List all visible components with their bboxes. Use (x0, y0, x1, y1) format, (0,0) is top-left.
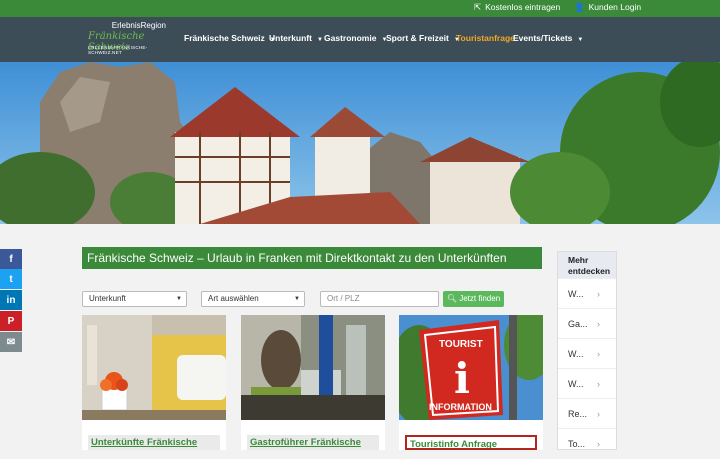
caret-down-icon: ▼ (577, 37, 584, 43)
facebook-icon: f (9, 253, 13, 265)
nav-item-touristanfrage[interactable]: Touristanfrage (456, 33, 515, 43)
nav-item-fraenkische-schweiz[interactable]: Fränkische Schweiz ▼ (184, 33, 276, 43)
chevron-right-icon: › (597, 409, 600, 419)
sidebar-item[interactable]: Ga... › (558, 308, 616, 338)
location-input[interactable]: Ort / PLZ (320, 291, 439, 307)
email-icon: ✉ (6, 336, 16, 348)
accommodation-image (82, 315, 226, 420)
email-share-button[interactable]: ✉ (0, 332, 22, 352)
search-submit-button[interactable]: 🔍︎ Jetzt finden (443, 291, 504, 307)
information-sign-text: INFORMATION (429, 402, 492, 412)
pinterest-icon: P (7, 315, 15, 327)
accommodation-card-title[interactable]: Unterkünfte Fränkische (88, 435, 220, 450)
page-headline: Fränkische Schweiz – Urlaub in Franken m… (82, 247, 542, 269)
nav-item-unterkunft[interactable]: Unterkunft ▼ (269, 33, 323, 43)
top-bar: ⇱ Kostenlos eintragen 👤 Kunden Login (0, 0, 720, 17)
free-entry-link[interactable]: ⇱ Kostenlos eintragen (474, 2, 560, 13)
info-i-glyph: i (454, 354, 470, 403)
customer-login-link[interactable]: 👤 Kunden Login (574, 2, 641, 13)
main-navbar: ErlebnisRegion Fränkische Schweiz ERLEBN… (0, 17, 720, 62)
sidebar-item[interactable]: To... › (558, 428, 616, 458)
gastronomy-image (241, 315, 385, 420)
accommodation-card[interactable]: Unterkünfte Fränkische (82, 315, 226, 450)
chevron-right-icon: › (597, 319, 600, 329)
chevron-right-icon: › (597, 349, 600, 359)
user-icon: 👤 (574, 2, 585, 12)
tourist-info-image: TOURIST i INFORMATION (399, 315, 543, 420)
sidebar-item[interactable]: W... › (558, 278, 616, 308)
nav-item-gastronomie[interactable]: Gastronomie ▼ (324, 33, 387, 43)
gastronomy-card-title[interactable]: Gastroführer Fränkische (247, 435, 379, 450)
sidebar-item[interactable]: W... › (558, 368, 616, 398)
linkedin-share-button[interactable]: in (0, 290, 22, 310)
sidebar-heading: Mehr entdecken (558, 252, 616, 278)
pinterest-share-button[interactable]: P (0, 311, 22, 331)
type-select[interactable]: Art auswählen ▼ (201, 291, 305, 307)
category-select[interactable]: Unterkunft ▼ (82, 291, 187, 307)
chevron-down-icon: ▼ (176, 296, 182, 302)
nav-item-sport-freizeit[interactable]: Sport & Freizeit ▼ (386, 33, 460, 43)
chevron-down-icon: ▼ (294, 296, 300, 302)
sidebar-item[interactable]: W... › (558, 338, 616, 368)
chevron-right-icon: › (597, 379, 600, 389)
sidebar-item[interactable]: Re... › (558, 398, 616, 428)
nav-item-events-tickets[interactable]: Events/Tickets ▼ (513, 33, 583, 43)
tourist-info-card[interactable]: TOURIST i INFORMATION Touristinfo Anfrag… (399, 315, 543, 450)
hero-image (0, 62, 720, 224)
twitter-icon: t (9, 273, 13, 285)
chevron-right-icon: › (597, 289, 600, 299)
caret-down-icon: ▼ (316, 37, 323, 43)
chevron-right-icon: › (597, 439, 600, 449)
facebook-share-button[interactable]: f (0, 249, 22, 269)
tourist-info-card-title[interactable]: Touristinfo Anfrage (405, 435, 537, 450)
gastronomy-card[interactable]: Gastroführer Fränkische (241, 315, 385, 450)
search-icon: 🔍︎ (446, 294, 457, 303)
twitter-share-button[interactable]: t (0, 269, 22, 289)
tourist-sign-text: TOURIST (439, 339, 483, 350)
linkedin-icon: in (6, 294, 16, 306)
external-link-icon: ⇱ (474, 2, 482, 12)
discover-more-sidebar: Mehr entdecken W... › Ga... › W... › W... › … (557, 251, 617, 450)
site-logo[interactable]: ErlebnisRegion Fränkische Schweiz ERLEBN… (88, 21, 170, 57)
